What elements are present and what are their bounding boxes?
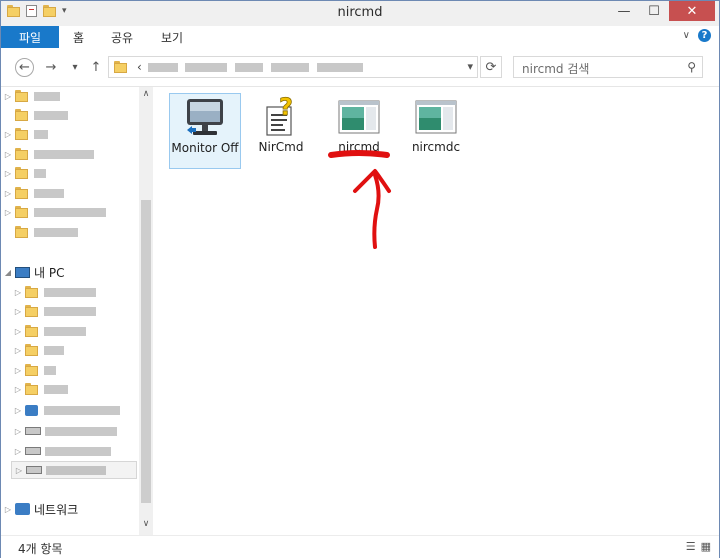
details-view-icon[interactable]: ☰ — [686, 540, 696, 553]
scrollbar-thumb[interactable] — [141, 200, 151, 503]
svg-text:?: ? — [279, 93, 293, 121]
nav-pc-folder[interactable]: ▷ — [11, 341, 67, 359]
window-controls: — ☐ ✕ — [609, 1, 715, 21]
redacted-path-segment — [271, 63, 310, 72]
nav-folder[interactable]: ▷ — [1, 184, 67, 202]
tab-share[interactable]: 공유 — [111, 26, 133, 48]
maximize-button[interactable]: ☐ — [639, 1, 669, 21]
file-name: NirCmd — [258, 140, 304, 154]
minimize-button[interactable]: — — [609, 1, 639, 21]
status-bar: 4개 항목 ☰ ▦ — [1, 535, 719, 558]
help-icon[interactable]: ? — [698, 29, 711, 42]
nav-network-label: 네트워크 — [34, 502, 79, 517]
nav-folder[interactable]: ▷ — [1, 125, 51, 143]
nav-pc-folder[interactable]: ▷ — [11, 322, 89, 340]
up-button[interactable]: ↑ — [86, 57, 106, 77]
nav-folder[interactable]: ▷ — [1, 203, 109, 221]
ribbon-right-controls: ∨ ? — [683, 29, 711, 42]
nav-folder[interactable] — [1, 106, 71, 124]
path-prefix: ‹ — [137, 60, 143, 74]
address-bar[interactable]: ‹ ▾ — [108, 56, 478, 78]
application-icon — [415, 100, 457, 134]
nav-this-pc[interactable]: ◢ 내 PC — [1, 263, 65, 281]
folder-icon — [15, 148, 28, 160]
network-icon — [15, 503, 30, 515]
nav-folder[interactable] — [1, 223, 81, 241]
folder-icon — [25, 325, 38, 337]
expanded-icon[interactable]: ◢ — [1, 268, 15, 277]
folder-icon — [15, 206, 28, 218]
sidebar-scrollbar[interactable]: ∧ ∨ — [139, 87, 153, 535]
monitor-icon — [187, 99, 223, 135]
file-item-nircmdc-exe[interactable]: nircmdc — [400, 93, 472, 154]
large-icons-view-icon[interactable]: ▦ — [701, 540, 711, 553]
folder-icon — [15, 128, 28, 140]
drive-icon — [25, 427, 41, 435]
folder-icon — [25, 383, 38, 395]
nav-drive[interactable]: ▷ — [11, 422, 120, 440]
navigation-pane: ▷ ▷ ▷ ▷ ▷ ▷ ◢ 내 PC ▷ ▷ ▷ ▷ ▷ ▷ ▷ ▷ ▷ ▷ ▷… — [1, 87, 154, 535]
redacted-path-segment — [185, 63, 228, 72]
nav-pc-folder[interactable]: ▷ — [11, 302, 99, 320]
computer-icon — [15, 266, 30, 278]
nav-pc-folder[interactable]: ▷ — [11, 361, 59, 379]
application-icon — [338, 100, 380, 134]
file-item-nircmd-script[interactable]: ? NirCmd — [245, 93, 317, 154]
recent-locations-icon[interactable]: ▾ — [65, 57, 85, 77]
navigation-bar: ← → ▾ ↑ ‹ ▾ ⟳ nircmd 검색 ⚲ — [1, 48, 719, 87]
nav-network[interactable]: ▷ 네트워크 — [1, 500, 78, 518]
file-list: Monitor Off ? NirCmd nircmd nircmdc — [154, 87, 719, 535]
nav-folder[interactable]: ▷ — [1, 164, 49, 182]
folder-icon — [25, 364, 38, 376]
forward-button[interactable]: → — [41, 57, 61, 77]
folder-icon — [15, 109, 28, 121]
nav-pc-folder[interactable]: ▷ — [11, 380, 71, 398]
tab-view[interactable]: 보기 — [161, 26, 183, 48]
folder-icon — [15, 90, 28, 102]
file-name: Monitor Off — [171, 141, 239, 155]
nav-folder[interactable]: ▷ — [1, 87, 63, 105]
nav-desktop[interactable]: ▷ — [11, 283, 99, 301]
file-item-nircmd-exe[interactable]: nircmd — [323, 93, 395, 154]
refresh-button[interactable]: ⟳ — [480, 56, 502, 78]
nav-drive[interactable]: ▷ — [11, 442, 114, 460]
view-switcher: ☰ ▦ — [686, 540, 711, 553]
annotation-arrow — [328, 150, 391, 249]
nav-folder[interactable]: ▷ — [1, 145, 97, 163]
folder-icon — [15, 226, 28, 238]
address-path: ‹ — [137, 60, 366, 74]
chevron-down-icon[interactable]: ▾ — [467, 60, 473, 73]
explorer-window: ▾ nircmd — ☐ ✕ 파일 홈 공유 보기 ∨ ? ← → ▾ ↑ ‹ — [0, 0, 720, 558]
scroll-down-icon[interactable]: ∨ — [141, 519, 151, 529]
folder-icon — [114, 61, 127, 73]
folder-icon — [15, 187, 28, 199]
close-button[interactable]: ✕ — [669, 1, 715, 21]
redacted-path-segment — [235, 63, 264, 72]
drive-icon — [26, 466, 42, 474]
folder-icon — [15, 167, 28, 179]
expand-ribbon-icon[interactable]: ∨ — [683, 30, 690, 41]
folder-icon — [25, 286, 38, 298]
redacted-path-segment — [316, 63, 363, 72]
folder-icon — [25, 305, 38, 317]
search-icon[interactable]: ⚲ — [687, 60, 696, 74]
search-input[interactable]: nircmd 검색 ⚲ — [513, 56, 703, 78]
ribbon-tabs: 파일 홈 공유 보기 ∨ ? — [1, 26, 719, 49]
drive-icon — [25, 447, 41, 455]
script-icon: ? — [266, 93, 293, 136]
file-item-monitor-off[interactable]: Monitor Off — [169, 93, 241, 169]
scroll-up-icon[interactable]: ∧ — [141, 89, 151, 99]
search-placeholder: nircmd 검색 — [522, 62, 590, 76]
drive-icon — [25, 404, 38, 416]
title-bar: ▾ nircmd — ☐ ✕ — [1, 1, 719, 26]
item-count: 4개 항목 — [18, 542, 63, 556]
nav-drive[interactable]: ▷ — [11, 461, 137, 479]
tab-home[interactable]: 홈 — [73, 26, 84, 48]
tab-file[interactable]: 파일 — [1, 26, 59, 48]
redacted-path-segment — [147, 63, 178, 72]
back-button[interactable]: ← — [15, 58, 34, 77]
folder-icon — [25, 344, 38, 356]
nav-drive[interactable]: ▷ — [11, 401, 123, 419]
nav-this-pc-label: 내 PC — [34, 265, 65, 280]
